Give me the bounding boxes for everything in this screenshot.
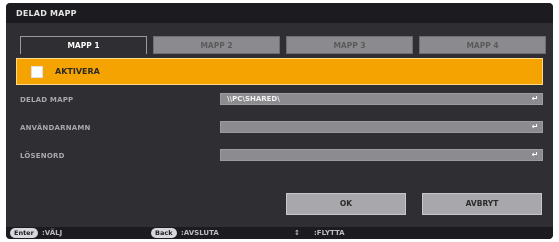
enter-arrow-icon: ↵ [531, 122, 539, 131]
activate-label: AKTIVERA [55, 67, 100, 76]
dialog-title: DELAD MAPP [6, 3, 553, 23]
shared-folder-field[interactable]: \\PC\SHARED\ ↵ [220, 93, 543, 105]
shared-folder-label: DELAD MAPP [20, 96, 74, 104]
key-hint-bar: Enter :VÄLJ Back :AVSLUTA ↕ :FLYTTA [6, 227, 553, 239]
activate-checkbox[interactable] [31, 66, 43, 78]
tab-mapp-3[interactable]: MAPP 3 [286, 36, 413, 54]
username-label: ANVÄNDARNAMN [20, 124, 91, 132]
shared-folder-dialog: DELAD MAPP MAPP 1 MAPP 2 MAPP 3 MAPP 4 A… [6, 3, 553, 239]
cancel-button[interactable]: AVBRYT [422, 193, 542, 215]
tab-mapp-2[interactable]: MAPP 2 [153, 36, 280, 54]
tab-mapp-4[interactable]: MAPP 4 [419, 36, 546, 54]
password-field[interactable]: ↵ [220, 149, 543, 161]
move-arrows-icon: ↕ [294, 229, 300, 237]
username-field[interactable]: ↵ [220, 121, 543, 133]
tab-mapp-1[interactable]: MAPP 1 [20, 36, 147, 54]
move-hint: :FLYTTA [314, 229, 345, 237]
shared-folder-value: \\PC\SHARED\ [227, 95, 280, 103]
enter-hint: :VÄLJ [42, 229, 63, 237]
password-label: LÖSENORD [20, 152, 65, 160]
ok-button[interactable]: OK [286, 193, 406, 215]
back-hint: :AVSLUTA [181, 229, 219, 237]
enter-arrow-icon: ↵ [531, 94, 539, 103]
enter-arrow-icon: ↵ [531, 150, 539, 159]
enter-key-badge: Enter [10, 228, 38, 238]
activate-row[interactable]: AKTIVERA [16, 58, 543, 85]
back-key-badge: Back [151, 228, 177, 238]
